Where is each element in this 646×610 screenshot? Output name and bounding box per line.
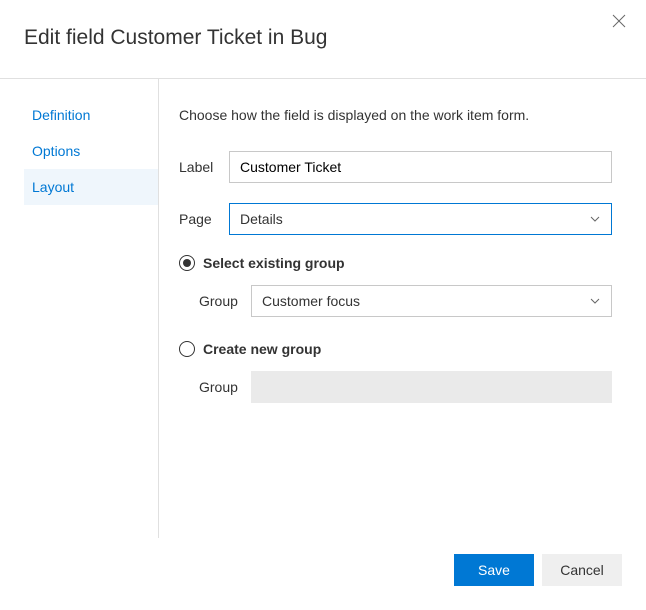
- sidebar-item-label: Options: [32, 143, 80, 159]
- radio-create-new-group[interactable]: Create new group: [179, 341, 612, 357]
- close-icon: [612, 14, 626, 28]
- group-field-label: Group: [199, 293, 251, 309]
- sidebar-item-label: Definition: [32, 107, 90, 123]
- label-field-label: Label: [179, 159, 229, 175]
- content-panel: Choose how the field is displayed on the…: [159, 79, 622, 538]
- radio-icon: [179, 255, 195, 271]
- page-select-value: Details: [240, 211, 283, 227]
- sidebar-item-layout[interactable]: Layout: [24, 169, 158, 205]
- sidebar: Definition Options Layout: [24, 79, 159, 538]
- dialog-title: Edit field Customer Ticket in Bug: [24, 26, 622, 50]
- radio-label: Create new group: [203, 341, 321, 357]
- chevron-down-icon: [589, 213, 601, 225]
- radio-label: Select existing group: [203, 255, 345, 271]
- radio-icon: [179, 341, 195, 357]
- instructions-text: Choose how the field is displayed on the…: [179, 107, 612, 123]
- label-input[interactable]: [229, 151, 612, 183]
- page-field-label: Page: [179, 211, 229, 227]
- group-select-value: Customer focus: [262, 293, 360, 309]
- dialog-footer: Save Cancel: [24, 538, 622, 590]
- chevron-down-icon: [589, 295, 601, 307]
- radio-select-existing-group[interactable]: Select existing group: [179, 255, 612, 271]
- close-button[interactable]: [612, 14, 628, 30]
- sidebar-item-label: Layout: [32, 179, 74, 195]
- page-select[interactable]: Details: [229, 203, 612, 235]
- sidebar-item-definition[interactable]: Definition: [24, 97, 158, 133]
- cancel-button[interactable]: Cancel: [542, 554, 622, 586]
- group-select[interactable]: Customer focus: [251, 285, 612, 317]
- new-group-input: [251, 371, 612, 403]
- save-button[interactable]: Save: [454, 554, 534, 586]
- sidebar-item-options[interactable]: Options: [24, 133, 158, 169]
- new-group-field-label: Group: [199, 379, 251, 395]
